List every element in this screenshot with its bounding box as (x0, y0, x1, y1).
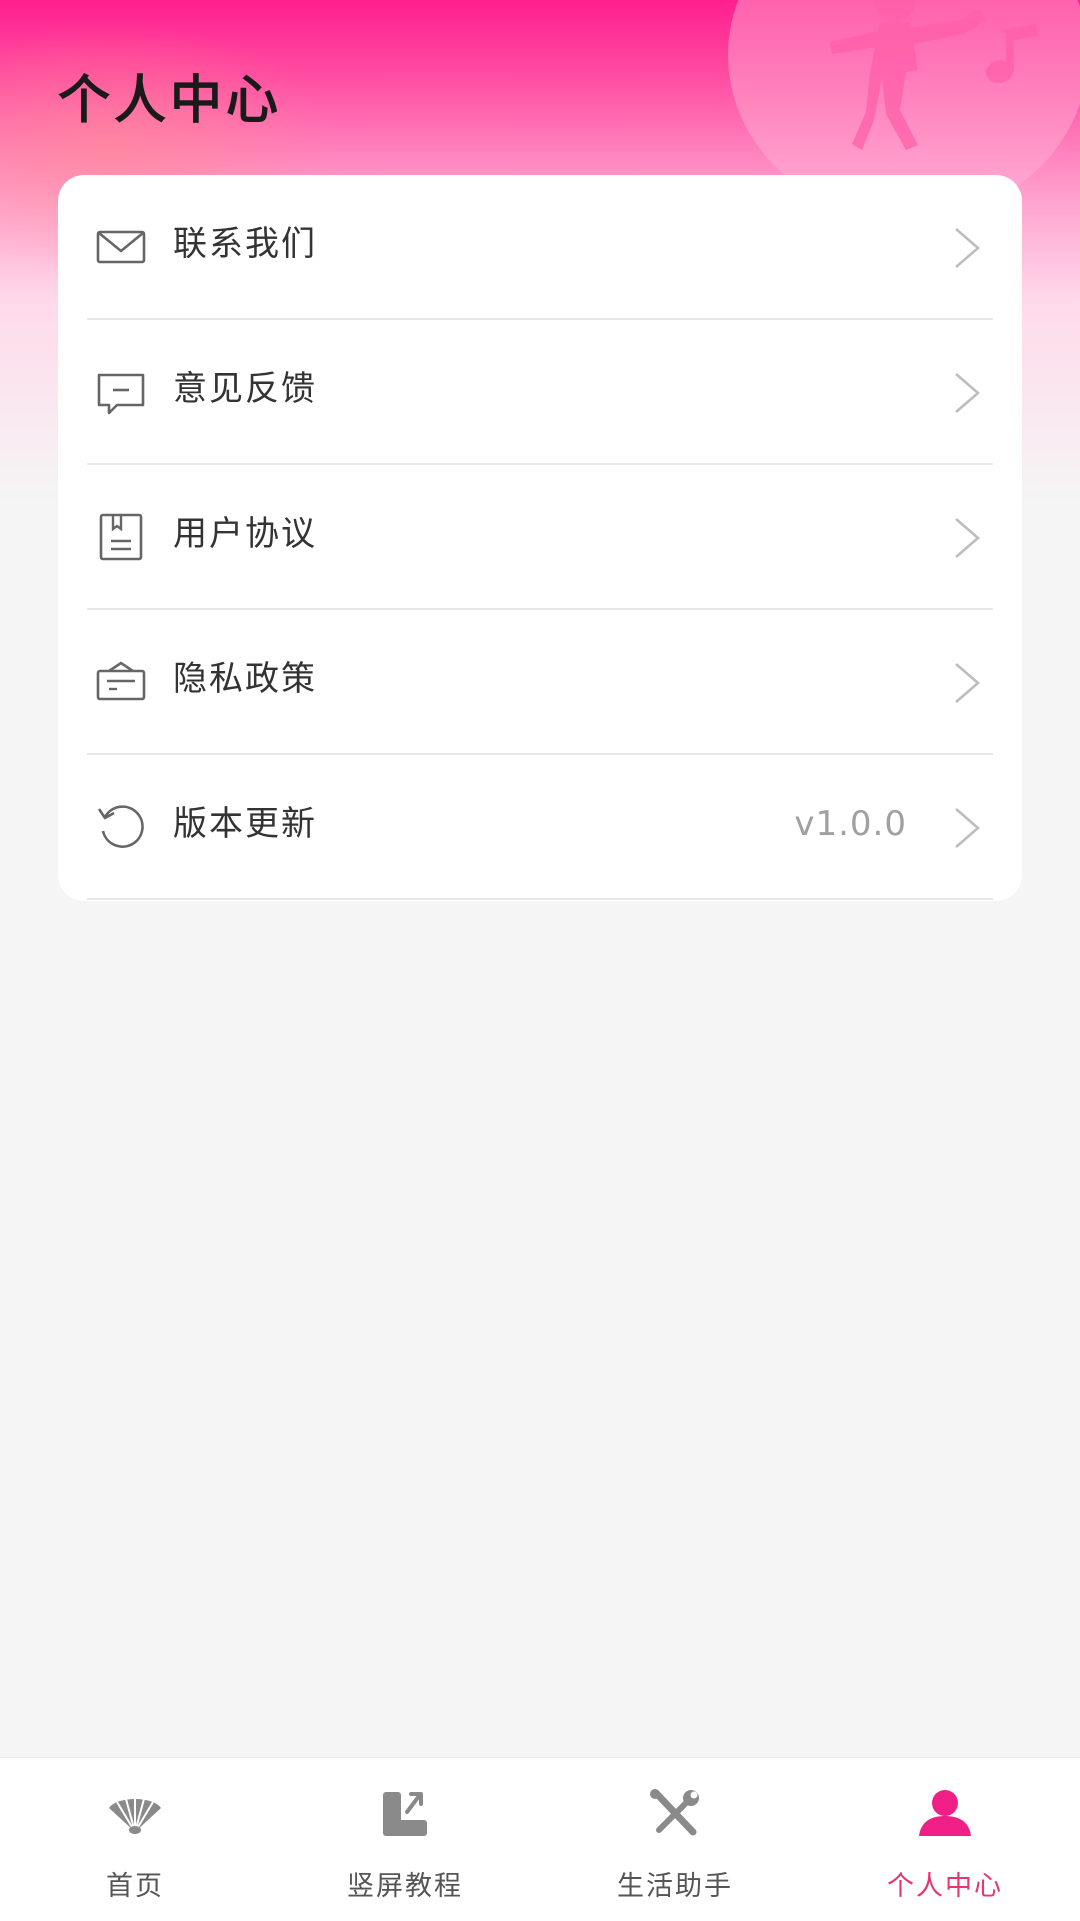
agreement-icon (99, 513, 143, 561)
menu-item-label: 联系我们 (173, 224, 317, 264)
mail-icon (96, 230, 146, 264)
bottom-tab-bar: 首页 竖屏教程 生活助手 个人中心 (0, 1757, 1080, 1921)
tab-label: 个人中心 (887, 1871, 1003, 1902)
privacy-icon (96, 661, 146, 701)
page-title: 个人中心 (58, 71, 283, 131)
menu-card: 联系我们 意见反馈 用户协议 隐私政策 版本更新 v1.0.0 (58, 175, 1022, 901)
menu-item-contact-us[interactable]: 联系我们 (87, 175, 993, 320)
tab-vertical-tutorial[interactable]: 竖屏教程 (270, 1758, 540, 1921)
menu-item-version-update[interactable]: 版本更新 v1.0.0 (87, 755, 993, 900)
chevron-right-icon (955, 228, 980, 268)
tab-label: 首页 (106, 1871, 164, 1902)
fan-icon (109, 1798, 161, 1834)
menu-item-label: 用户协议 (173, 514, 317, 554)
menu-item-label: 意见反馈 (173, 369, 317, 409)
menu-item-privacy-policy[interactable]: 隐私政策 (87, 610, 993, 755)
tab-home[interactable]: 首页 (0, 1758, 270, 1921)
feedback-icon (97, 373, 145, 415)
screen-rotate-icon (383, 1792, 427, 1836)
version-number: v1.0.0 (794, 804, 907, 844)
dancer-icon (830, 0, 1038, 150)
tools-icon (650, 1789, 699, 1836)
tab-label: 竖屏教程 (347, 1871, 463, 1902)
chevron-right-icon (955, 518, 980, 558)
chevron-right-icon (955, 808, 980, 848)
chevron-right-icon (955, 373, 980, 413)
menu-item-feedback[interactable]: 意见反馈 (87, 320, 993, 465)
refresh-icon (97, 805, 144, 848)
person-icon (919, 1790, 971, 1836)
chevron-right-icon (955, 663, 980, 703)
tab-label: 生活助手 (617, 1871, 733, 1902)
tab-personal-center[interactable]: 个人中心 (810, 1758, 1080, 1921)
menu-item-user-agreement[interactable]: 用户协议 (87, 465, 993, 610)
menu-item-label: 版本更新 (173, 804, 317, 844)
menu-item-label: 隐私政策 (173, 659, 317, 699)
tab-life-assistant[interactable]: 生活助手 (540, 1758, 810, 1921)
